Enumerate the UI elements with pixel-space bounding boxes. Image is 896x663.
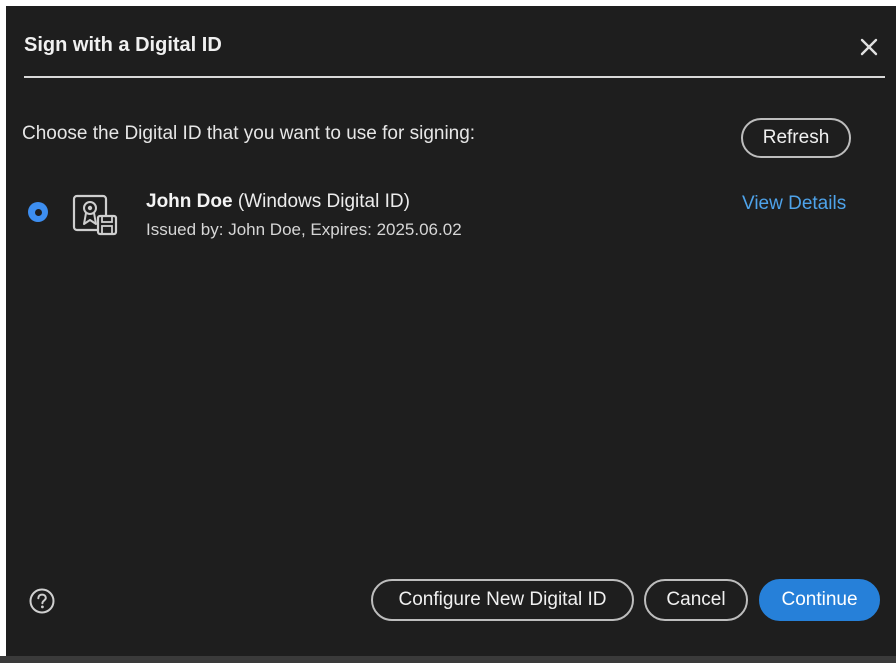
- close-icon: [860, 38, 878, 56]
- sign-digital-id-dialog: Sign with a Digital ID Choose the Digita…: [6, 6, 896, 656]
- choose-id-prompt: Choose the Digital ID that you want to u…: [22, 123, 476, 144]
- dialog-title: Sign with a Digital ID: [24, 34, 222, 56]
- digital-id-radio[interactable]: [28, 202, 48, 222]
- digital-id-title: John Doe (Windows Digital ID): [146, 191, 410, 213]
- digital-id-type: (Windows Digital ID): [232, 191, 410, 212]
- continue-button[interactable]: Continue: [759, 579, 880, 621]
- configure-new-digital-id-button[interactable]: Configure New Digital ID: [371, 579, 634, 621]
- help-icon[interactable]: [28, 587, 56, 615]
- digital-id-issued-info: Issued by: John Doe, Expires: 2025.06.02: [146, 220, 462, 239]
- digital-id-name: John Doe: [146, 191, 233, 212]
- cancel-button[interactable]: Cancel: [644, 579, 748, 621]
- bottom-edge: [0, 656, 896, 663]
- view-details-link[interactable]: View Details: [742, 193, 846, 215]
- refresh-button[interactable]: Refresh: [741, 118, 851, 158]
- close-button[interactable]: [858, 36, 880, 58]
- title-divider: [24, 76, 885, 78]
- certificate-icon: [72, 194, 118, 236]
- radio-selected-dot: [34, 208, 42, 216]
